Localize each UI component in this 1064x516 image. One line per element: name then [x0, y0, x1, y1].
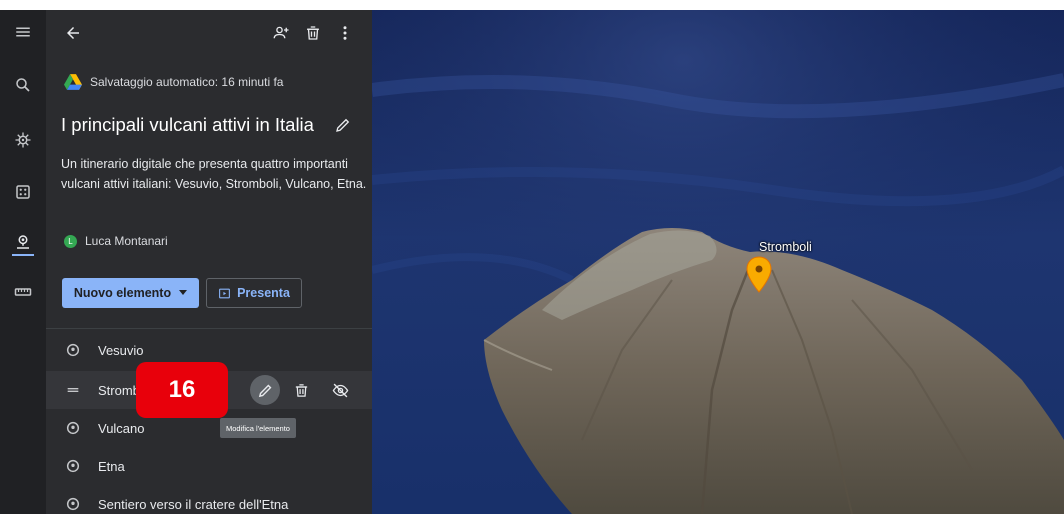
place-icon [64, 341, 82, 359]
place-icon [64, 457, 82, 475]
project-title: I principali vulcani attivi in Italia [61, 114, 314, 135]
edit-item-icon[interactable] [250, 375, 280, 405]
item-label: Etna [98, 458, 125, 474]
map-view[interactable] [372, 10, 1064, 514]
map-pin-icon[interactable] [746, 256, 772, 294]
list-item[interactable]: Etna [46, 447, 372, 485]
item-label: Vulcano [98, 420, 145, 436]
search-icon[interactable] [11, 73, 35, 97]
item-label: Sentiero verso il cratere dell'Etna [98, 496, 289, 512]
ruler-icon[interactable] [11, 280, 35, 304]
autosave-status: Salvataggio automatico: 16 minuti fa [64, 74, 283, 90]
menu-icon[interactable] [11, 20, 35, 44]
edit-title-icon[interactable] [334, 116, 354, 136]
chevron-down-icon [179, 290, 188, 295]
avatar: L [64, 234, 77, 248]
step-badge: 16 [136, 362, 228, 418]
person-add-icon[interactable] [270, 22, 292, 44]
author-name: Luca Montanari [85, 234, 168, 248]
autosave-text: Salvataggio automatico: 16 minuti fa [90, 75, 284, 89]
visibility-off-icon[interactable] [328, 378, 352, 402]
satellite-imagery [372, 10, 1064, 514]
trash-icon[interactable] [302, 22, 324, 44]
google-drive-icon [64, 74, 82, 90]
present-label: Presenta [237, 286, 290, 300]
more-vert-icon[interactable] [334, 22, 356, 44]
new-item-label: Nuovo elemento [73, 286, 172, 300]
list-item[interactable]: Sentiero verso il cratere dell'Etna [46, 485, 372, 514]
project-panel: Salvataggio automatico: 16 minuti fa I p… [46, 10, 372, 514]
project-description: Un itinerario digitale che presenta quat… [61, 157, 367, 191]
map-place-label: Stromboli [759, 240, 812, 254]
voyager-icon[interactable] [11, 128, 35, 152]
item-label: Vesuvio [98, 342, 144, 358]
author: L Luca Montanari [64, 234, 168, 248]
present-icon [219, 288, 231, 298]
present-button[interactable]: Presenta [206, 278, 302, 308]
feeling-lucky-icon[interactable] [11, 180, 35, 204]
place-icon [64, 495, 82, 513]
delete-item-icon[interactable] [289, 378, 313, 402]
active-indicator [12, 254, 34, 256]
tooltip: Modifica l'elemento [220, 418, 296, 438]
place-icon [64, 419, 82, 437]
nav-rail [0, 10, 46, 514]
drag-handle-icon[interactable] [64, 381, 82, 399]
divider [46, 328, 372, 329]
arrow-back-icon[interactable] [62, 22, 84, 44]
new-item-button[interactable]: Nuovo elemento [62, 278, 199, 308]
app-frame: Salvataggio automatico: 16 minuti fa I p… [0, 10, 1064, 514]
projects-icon[interactable] [11, 230, 35, 254]
